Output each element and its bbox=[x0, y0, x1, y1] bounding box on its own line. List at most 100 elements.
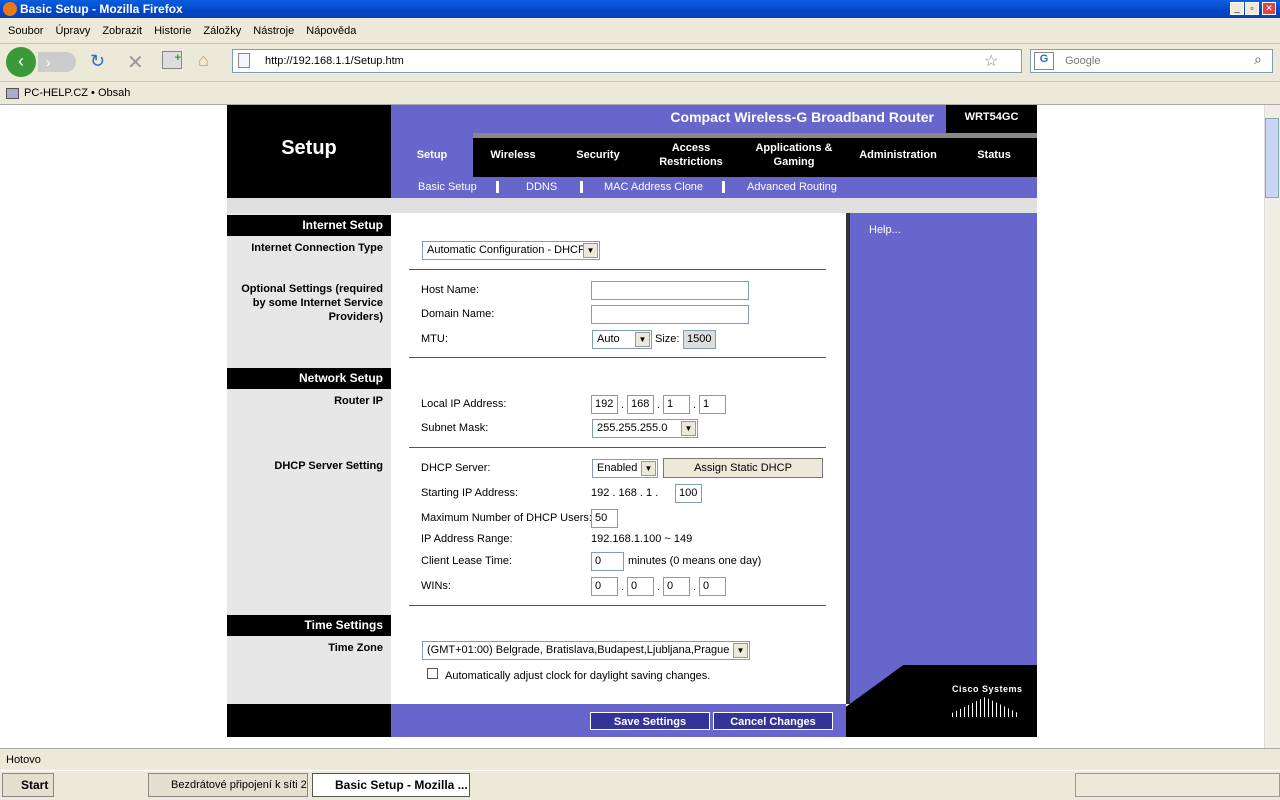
menu-upravy[interactable]: Úpravy bbox=[47, 18, 90, 44]
ip-octet-1[interactable]: 192 bbox=[591, 395, 618, 414]
mtu-label: MTU: bbox=[421, 333, 448, 345]
start-ip-label: Starting IP Address: bbox=[421, 487, 519, 499]
vertical-scrollbar[interactable] bbox=[1264, 105, 1280, 748]
tab-access-restrictions[interactable]: Access Restrictions bbox=[648, 133, 734, 177]
cancel-changes-button[interactable]: Cancel Changes bbox=[713, 712, 833, 730]
menu-bar: Soubor Úpravy Zobrazit Historie Záložky Nástr… bbox=[0, 18, 1280, 44]
forward-button[interactable]: › bbox=[38, 52, 76, 72]
max-users-input[interactable]: 50 bbox=[591, 509, 618, 528]
window-title: Basic Setup - Mozilla Firefox bbox=[20, 2, 183, 16]
router-ip-label: Router IP bbox=[334, 395, 383, 407]
ip-octet-4[interactable]: 1 bbox=[699, 395, 726, 414]
spacer bbox=[227, 198, 1037, 213]
footer-left bbox=[227, 704, 391, 737]
search-placeholder: Google bbox=[1065, 55, 1101, 67]
status-text: Hotovo bbox=[6, 754, 41, 766]
max-users-label: Maximum Number of DHCP Users: bbox=[421, 512, 592, 524]
start-ip-input[interactable]: 100 bbox=[675, 484, 702, 503]
size-label: Size: bbox=[655, 333, 680, 345]
wins-octet-1[interactable]: 0 bbox=[591, 577, 618, 596]
section-title: Setup bbox=[281, 137, 337, 159]
mtu-select[interactable]: Auto ▼ bbox=[592, 330, 652, 349]
assign-static-dhcp-button[interactable]: Assign Static DHCP bbox=[663, 458, 823, 478]
help-link[interactable]: Help... bbox=[869, 224, 901, 236]
taskbar-item-wireless[interactable]: Bezdrátové připojení k síti 2 bbox=[148, 773, 308, 797]
wins-octet-2[interactable]: 0 bbox=[627, 577, 654, 596]
subtab-ddns[interactable]: DDNS bbox=[526, 177, 557, 198]
subtab-mac-clone[interactable]: MAC Address Clone bbox=[604, 177, 703, 198]
tab-wireless[interactable]: Wireless bbox=[473, 133, 553, 177]
optional-settings-label: Optional Settings (required by some Inte… bbox=[241, 283, 383, 323]
minimize-button[interactable]: _ bbox=[1230, 2, 1244, 15]
subnet-select[interactable]: 255.255.255.0 ▼ bbox=[592, 419, 698, 438]
search-icon[interactable]: ⌕ bbox=[1254, 51, 1262, 68]
dst-checkbox[interactable] bbox=[427, 668, 438, 679]
connection-type-label: Internet Connection Type bbox=[251, 242, 383, 254]
network-setup-heading: Network Setup bbox=[227, 368, 391, 389]
menu-zalozky[interactable]: Záložky bbox=[195, 18, 241, 44]
domain-name-label: Domain Name: bbox=[421, 308, 495, 320]
ip-range-value: 192.168.1.100 ~ 149 bbox=[591, 533, 693, 545]
lease-time-label: Client Lease Time: bbox=[421, 555, 513, 567]
close-button[interactable]: ✕ bbox=[1262, 2, 1276, 15]
subnet-label: Subnet Mask: bbox=[421, 422, 489, 434]
menu-nastroje[interactable]: Nástroje bbox=[245, 18, 294, 44]
back-button[interactable]: ‹ bbox=[6, 47, 36, 77]
wins-octet-3[interactable]: 0 bbox=[663, 577, 690, 596]
tab-administration[interactable]: Administration bbox=[850, 133, 946, 177]
bookmarks-bar: PC-HELP.CZ • Obsah bbox=[0, 82, 1280, 105]
menu-historie[interactable]: Historie bbox=[146, 18, 191, 44]
wins-label: WINs: bbox=[421, 580, 451, 592]
lease-time-input[interactable]: 0 bbox=[591, 552, 624, 571]
window-titlebar: Basic Setup - Mozilla Firefox bbox=[0, 0, 1280, 18]
dhcp-server-select[interactable]: Enabled ▼ bbox=[592, 459, 658, 478]
google-engine-icon[interactable]: G bbox=[1034, 52, 1054, 70]
mtu-size-input[interactable]: 1500 bbox=[683, 330, 716, 349]
save-settings-button[interactable]: Save Settings bbox=[590, 712, 710, 730]
tab-setup[interactable]: Setup bbox=[391, 133, 473, 177]
lease-time-hint: minutes (0 means one day) bbox=[628, 555, 762, 567]
ip-octet-2[interactable]: 168 bbox=[627, 395, 654, 414]
subtab-basic-setup[interactable]: Basic Setup bbox=[418, 177, 477, 198]
dst-label: Automatically adjust clock for daylight … bbox=[445, 670, 711, 682]
search-input[interactable]: Google bbox=[1030, 49, 1273, 73]
status-bar: Hotovo bbox=[0, 748, 1280, 770]
new-tab-icon[interactable]: + bbox=[162, 51, 182, 69]
subnav-bar bbox=[391, 177, 1037, 198]
bookmark-star-icon[interactable]: ☆ bbox=[984, 51, 998, 71]
wins-octet-4[interactable]: 0 bbox=[699, 577, 726, 596]
home-icon[interactable]: ⌂ bbox=[198, 50, 209, 71]
time-zone-select[interactable]: (GMT+01:00) Belgrade, Bratislava,Budapes… bbox=[422, 641, 750, 660]
firefox-icon bbox=[3, 2, 17, 16]
tab-applications-gaming[interactable]: Applications & Gaming bbox=[744, 133, 844, 177]
computer-icon bbox=[6, 88, 19, 99]
maximize-button[interactable]: ▫ bbox=[1245, 2, 1259, 15]
menu-zobrazit[interactable]: Zobrazit bbox=[94, 18, 142, 44]
internet-setup-heading: Internet Setup bbox=[227, 215, 391, 236]
host-name-input[interactable] bbox=[591, 281, 749, 300]
stop-icon[interactable]: ✕ bbox=[127, 50, 144, 75]
taskbar-item-firefox[interactable]: Basic Setup - Mozilla ... bbox=[312, 773, 470, 797]
menu-napoveda[interactable]: Nápověda bbox=[298, 18, 356, 44]
tab-status[interactable]: Status bbox=[960, 133, 1028, 177]
ip-range-label: IP Address Range: bbox=[421, 533, 513, 545]
url-text: http://192.168.1.1/Setup.htm bbox=[265, 55, 404, 67]
subtab-advanced-routing[interactable]: Advanced Routing bbox=[747, 177, 837, 198]
start-ip-prefix: 192 . 168 . 1 . bbox=[591, 487, 659, 499]
domain-name-input[interactable] bbox=[591, 305, 749, 324]
url-bar[interactable]: http://192.168.1.1/Setup.htm bbox=[232, 49, 1022, 73]
tab-security[interactable]: Security bbox=[560, 133, 636, 177]
page-icon bbox=[238, 53, 250, 68]
dhcp-setting-label: DHCP Server Setting bbox=[274, 460, 383, 472]
bookmark-pc-help[interactable]: PC-HELP.CZ • Obsah bbox=[24, 87, 130, 99]
model-name: WRT54GC bbox=[946, 105, 1037, 133]
menu-soubor[interactable]: Soubor bbox=[0, 18, 43, 44]
dhcp-server-label: DHCP Server: bbox=[421, 462, 491, 474]
start-button[interactable]: Start bbox=[2, 773, 54, 797]
reload-icon[interactable]: ↻ bbox=[90, 51, 105, 72]
ip-octet-3[interactable]: 1 bbox=[663, 395, 690, 414]
host-name-label: Host Name: bbox=[421, 284, 480, 296]
scrollbar-thumb[interactable] bbox=[1265, 118, 1279, 198]
connection-type-select[interactable]: Automatic Configuration - DHCP ▼ bbox=[422, 241, 600, 260]
help-panel bbox=[846, 213, 1037, 704]
